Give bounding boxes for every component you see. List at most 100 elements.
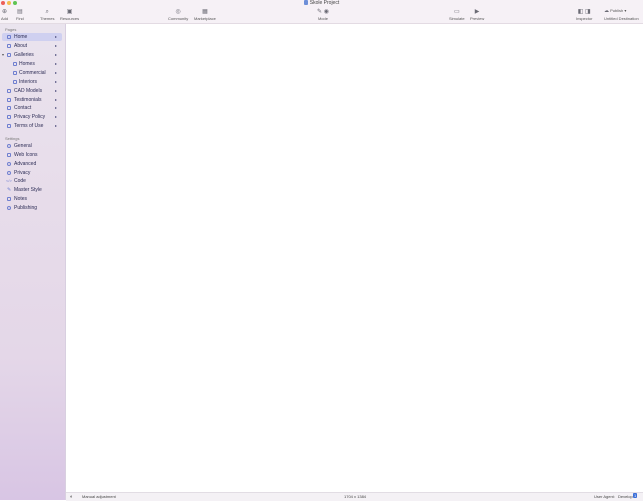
cloud-icon: ☁ — [604, 8, 609, 14]
settings-item-label: General — [14, 143, 32, 149]
page-canvas[interactable] — [66, 24, 643, 492]
code-icon: </> — [6, 178, 12, 183]
page-icon — [7, 115, 11, 119]
sidebar-item-label: Interiors — [19, 79, 38, 85]
gear-icon — [7, 144, 11, 148]
advanced-icon — [7, 162, 11, 166]
settings-item-master-style[interactable]: ✎ Master Style — [0, 186, 64, 194]
window-toolbar: Skole Project ⊕ Add ▤ Find ⌕ Themes ▣ Resour… — [0, 0, 643, 24]
settings-item-code[interactable]: </> Code — [0, 177, 64, 185]
add-page-icon: ⊕ — [2, 9, 8, 15]
find-button[interactable]: ▤ Find — [16, 9, 24, 21]
sidebar-item-label: Galleries — [14, 52, 34, 58]
chevron-right-icon[interactable]: ▸ — [55, 42, 57, 50]
sidebar-item-label: Privacy Policy — [14, 114, 46, 120]
settings-item-publishing[interactable]: Publishing — [0, 204, 64, 212]
settings-item-notes[interactable]: Notes — [0, 195, 64, 203]
preview-label: Preview — [470, 16, 485, 21]
disclosure-down-icon[interactable]: ▾ — [2, 51, 4, 59]
sidebar-item-home[interactable]: Home ▸ — [0, 33, 64, 41]
chevron-right-icon[interactable]: ▸ — [55, 33, 57, 41]
privacy-icon — [7, 171, 11, 175]
sidebar-item-testimonials[interactable]: Testimonials ▸ — [0, 96, 64, 104]
publish-label: Publish — [610, 8, 624, 13]
notes-icon — [7, 197, 11, 201]
chevron-right-icon[interactable]: ▸ — [55, 87, 57, 95]
simulate-label: Simulate — [449, 16, 465, 21]
sidebar-item-label: About — [14, 43, 28, 49]
themes-button[interactable]: ⌕ Themes — [40, 9, 54, 21]
sidebar-item-interiors[interactable]: Interiors ▸ — [0, 78, 64, 86]
sidebar-item-label: Contact — [14, 105, 32, 111]
sidebar-item-cad-models[interactable]: CAD Models ▸ — [0, 87, 64, 95]
marketplace-button[interactable]: ▦ Marketplace — [194, 9, 216, 21]
themes-label: Themes — [40, 16, 55, 21]
settings-item-label: Advanced — [14, 161, 37, 167]
sidebar-item-label: CAD Models — [14, 88, 43, 94]
chevron-right-icon[interactable]: ▸ — [55, 51, 57, 59]
chevron-right-icon[interactable]: ▸ — [55, 104, 57, 112]
page-icon — [7, 44, 11, 48]
settings-item-general[interactable]: General — [0, 142, 64, 150]
sidebar-item-label: Commercial — [19, 70, 46, 76]
add-button[interactable]: ⊕ Add — [1, 9, 8, 21]
chevron-right-icon[interactable]: ▸ — [55, 69, 57, 77]
sidebar-item-commercial[interactable]: Commercial ▸ — [0, 69, 64, 77]
page-icon — [13, 71, 17, 75]
sidebar-item-galleries[interactable]: ▾ Galleries ▸ — [0, 51, 64, 59]
chevron-right-icon[interactable]: ▸ — [55, 113, 57, 121]
community-icon: ◎ — [175, 9, 181, 15]
community-label: Community — [168, 16, 189, 21]
find-icon: ▤ — [17, 9, 23, 15]
settings-item-label: Code — [14, 178, 26, 184]
chevron-right-icon[interactable]: ▸ — [55, 122, 57, 130]
add-label: Add — [1, 16, 9, 21]
community-button[interactable]: ◎ Community — [168, 9, 188, 21]
settings-section-header: Settings — [5, 136, 20, 141]
chevron-right-icon[interactable]: ▸ — [55, 78, 57, 86]
sidebar-item-homes[interactable]: Homes ▸ — [0, 60, 64, 68]
chevron-right-icon[interactable]: ▸ — [55, 96, 57, 104]
page-icon — [7, 53, 11, 57]
sidebar-item-label: Homes — [19, 61, 35, 67]
sidebar-toggle-icons: ◧ ◨ — [577, 9, 591, 15]
sidebar-item-contact[interactable]: Contact ▸ — [0, 104, 64, 112]
globe-icon — [7, 206, 11, 210]
simulate-button[interactable]: ▭ Simulate — [449, 9, 465, 21]
device-icon: ▭ — [453, 9, 460, 15]
settings-item-label: Publishing — [14, 205, 38, 211]
page-icon — [7, 98, 11, 102]
inspector-label: Inspector — [576, 16, 593, 21]
chevron-right-icon[interactable]: ▸ — [55, 60, 57, 68]
settings-item-privacy[interactable]: Privacy — [0, 169, 64, 177]
mode-control[interactable]: ✎ ◉ Mode — [317, 9, 329, 21]
settings-item-web-icons[interactable]: Web Icons — [0, 151, 64, 159]
inspector-button[interactable]: ◧ ◨ Inspector — [576, 9, 592, 21]
brush-icon: ⌕ — [45, 9, 49, 15]
resources-label: Resources — [60, 16, 80, 21]
sidebar-item-about[interactable]: About ▸ — [0, 42, 64, 50]
chevron-down-icon: ▾ — [624, 8, 627, 13]
settings-item-advanced[interactable]: Advanced — [0, 160, 64, 168]
settings-item-label: Web Icons — [14, 152, 38, 158]
preview-button[interactable]: ▶ Preview — [470, 9, 484, 21]
marketplace-icon: ▦ — [202, 9, 208, 15]
sidebar-item-privacy-policy[interactable]: Privacy Policy ▸ — [0, 113, 64, 121]
pages-section-header: Pages — [5, 27, 17, 32]
publish-button[interactable]: ☁ Publish ▾ — [604, 8, 626, 14]
document-icon — [303, 0, 308, 5]
ua-badge-text: 1 — [633, 493, 638, 498]
resources-button[interactable]: ▣ Resources — [60, 9, 79, 21]
resources-icon: ▣ — [66, 9, 73, 15]
mode-icons: ✎ ◉ — [317, 9, 329, 15]
window-title-text: Skole Project — [309, 0, 340, 6]
sidebar-item-label: Testimonials — [14, 97, 42, 103]
settings-item-label: Notes — [14, 196, 28, 202]
page-icon — [7, 106, 11, 110]
marketplace-label: Marketplace — [194, 16, 216, 21]
page-icon — [13, 62, 17, 66]
sidebar-item-terms-of-use[interactable]: Terms of Use ▸ — [0, 122, 64, 130]
sidebar-item-label: Home — [14, 34, 28, 40]
settings-item-label: Master Style — [14, 187, 42, 193]
destination-label[interactable]: Untitled Destination — [604, 16, 639, 21]
